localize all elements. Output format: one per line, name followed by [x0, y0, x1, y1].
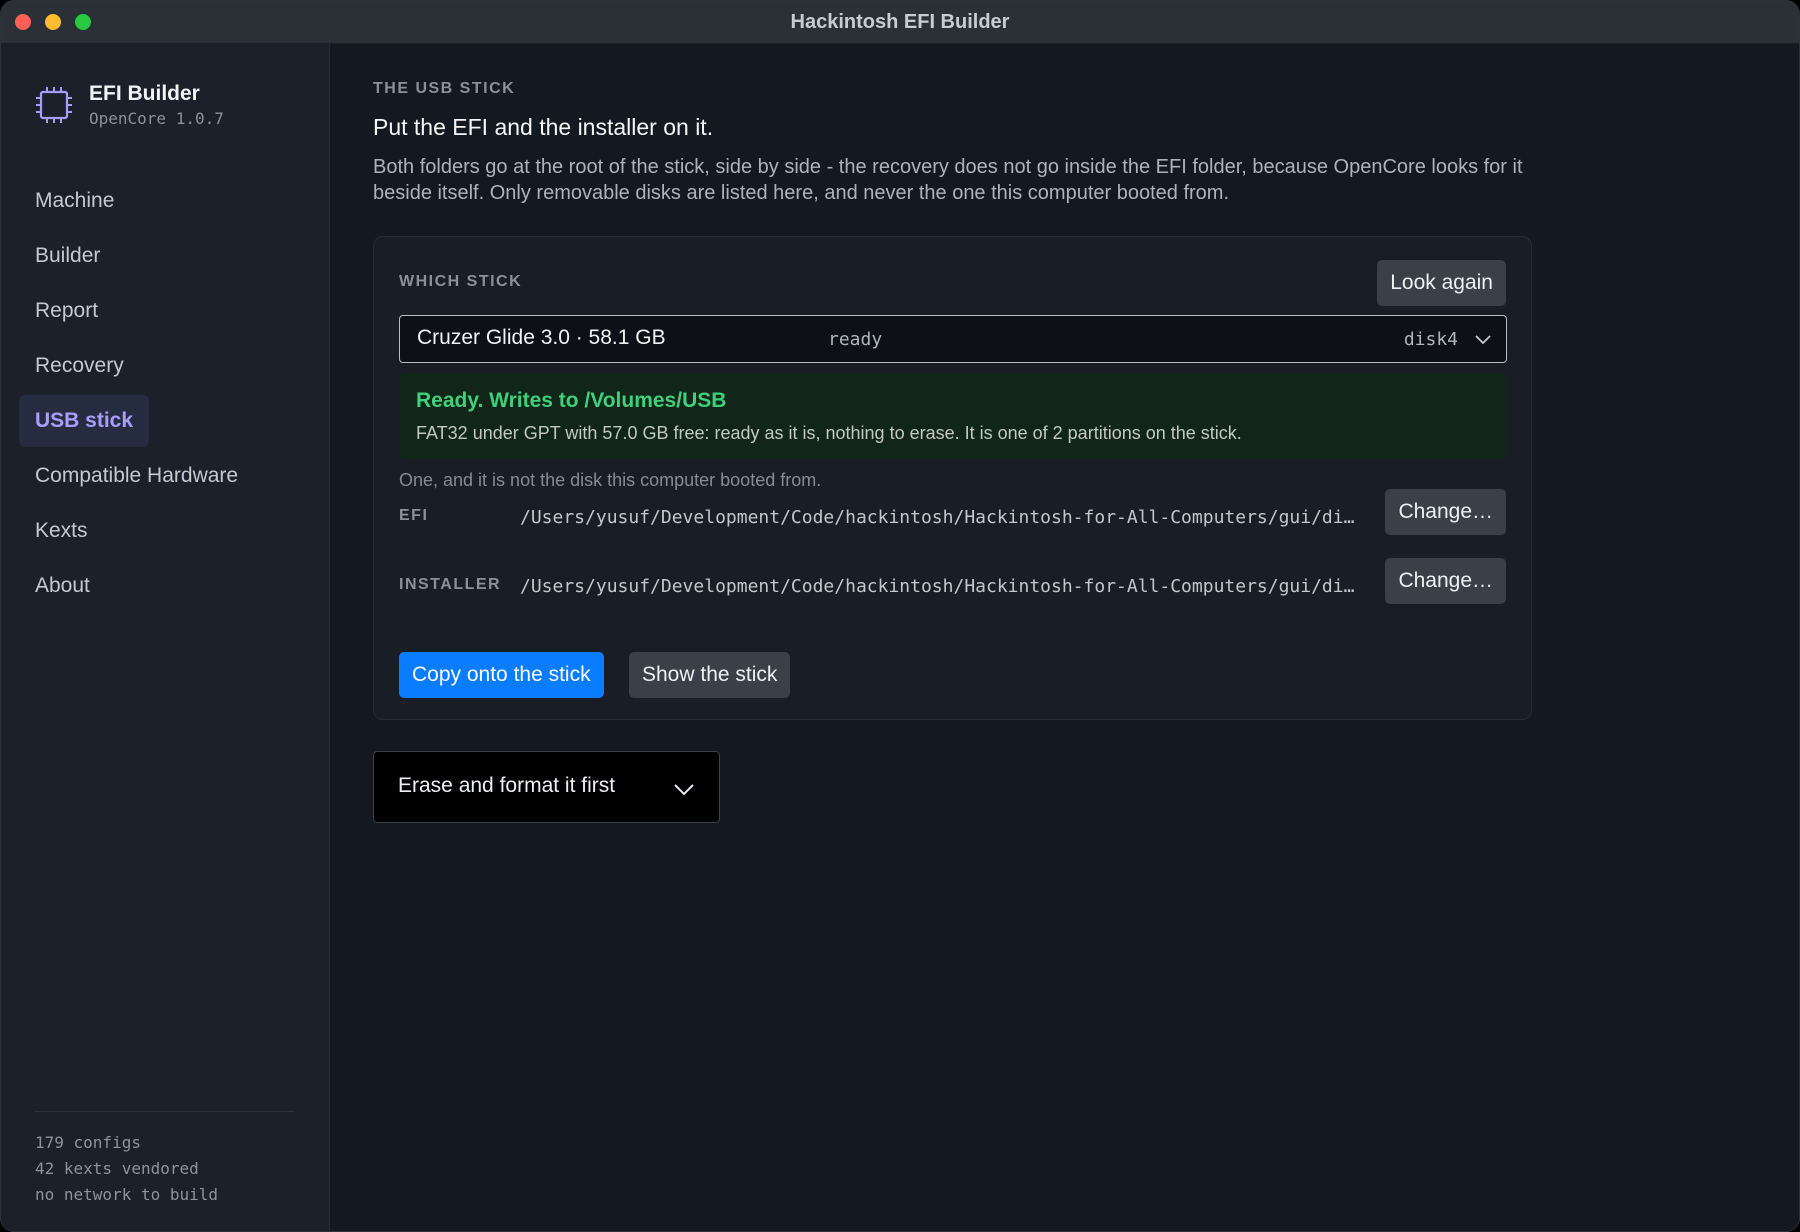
status-title: Ready. Writes to /Volumes/USB: [416, 389, 727, 412]
chevron-down-icon: [674, 784, 694, 796]
chip-icon: [36, 87, 72, 123]
installer-path: /Users/yusuf/Development/Code/hackintosh…: [520, 576, 1355, 597]
stat-kexts: 42 kexts vendored: [35, 1159, 199, 1178]
app-version: OpenCore 1.0.7: [89, 109, 224, 128]
status-detail: FAT32 under GPT with 57.0 GB free: ready…: [416, 423, 1242, 443]
stat-configs: 179 configs: [35, 1133, 141, 1152]
stick-status: ready: [828, 329, 883, 350]
sidebar-nav: Machine Builder Report Recovery USB stic…: [19, 175, 309, 615]
copy-onto-stick-button[interactable]: Copy onto the stick: [399, 652, 604, 698]
usb-stick-card: WHICH STICK Look again Cruzer Glide 3.0 …: [373, 236, 1532, 720]
stick-hint: One, and it is not the disk this compute…: [399, 470, 822, 490]
stat-network: no network to build: [35, 1185, 219, 1204]
efi-change-button[interactable]: Change…: [1385, 489, 1506, 535]
window-title: Hackintosh EFI Builder: [790, 11, 1010, 33]
sidebar-item-machine[interactable]: Machine: [19, 175, 309, 227]
stick-select[interactable]: Cruzer Glide 3.0 · 58.1 GB ready disk4: [399, 315, 1507, 363]
chevron-down-icon: [1475, 335, 1491, 345]
erase-format-disclosure[interactable]: Erase and format it first: [373, 751, 720, 823]
show-stick-button[interactable]: Show the stick: [629, 652, 791, 698]
sidebar-item-report[interactable]: Report: [19, 285, 309, 337]
sidebar-item-kexts[interactable]: Kexts: [19, 505, 309, 557]
sidebar-item-compatible-hardware[interactable]: Compatible Hardware: [19, 450, 309, 502]
section-kicker: THE USB STICK: [373, 80, 516, 97]
status-message: Ready. Writes to /Volumes/USB FAT32 unde…: [399, 373, 1507, 459]
sidebar-stats: 179 configs 42 kexts vendored no network…: [35, 1130, 218, 1208]
sidebar-item-usb-stick[interactable]: USB stick: [19, 395, 150, 447]
main-content: THE USB STICK Put the EFI and the instal…: [330, 44, 1799, 1231]
stick-name: Cruzer Glide 3.0 · 58.1 GB: [417, 326, 666, 349]
efi-path: /Users/yusuf/Development/Code/hackintosh…: [520, 507, 1355, 528]
sidebar-item-about[interactable]: About: [19, 560, 309, 612]
stick-disk-id: disk4: [1403, 329, 1458, 350]
sidebar-divider: [35, 1111, 295, 1112]
erase-format-label: Erase and format it first: [398, 774, 616, 797]
installer-label: INSTALLER: [399, 576, 502, 593]
app-name: EFI Builder: [89, 82, 200, 105]
installer-change-button[interactable]: Change…: [1385, 558, 1506, 604]
look-again-button[interactable]: Look again: [1377, 260, 1506, 306]
efi-label: EFI: [399, 507, 429, 524]
which-stick-label: WHICH STICK: [399, 273, 523, 290]
app-window: Hackintosh EFI Builder EFI Builder OpenC…: [0, 0, 1800, 1232]
page-title: Put the EFI and the installer on it.: [373, 114, 714, 140]
sidebar-item-builder[interactable]: Builder: [19, 230, 309, 282]
title-bar: Hackintosh EFI Builder: [1, 1, 1799, 44]
sidebar: EFI Builder OpenCore 1.0.7 Machine Build…: [1, 44, 330, 1231]
page-description: Both folders go at the root of the stick…: [373, 156, 1523, 204]
sidebar-item-recovery[interactable]: Recovery: [19, 340, 309, 392]
